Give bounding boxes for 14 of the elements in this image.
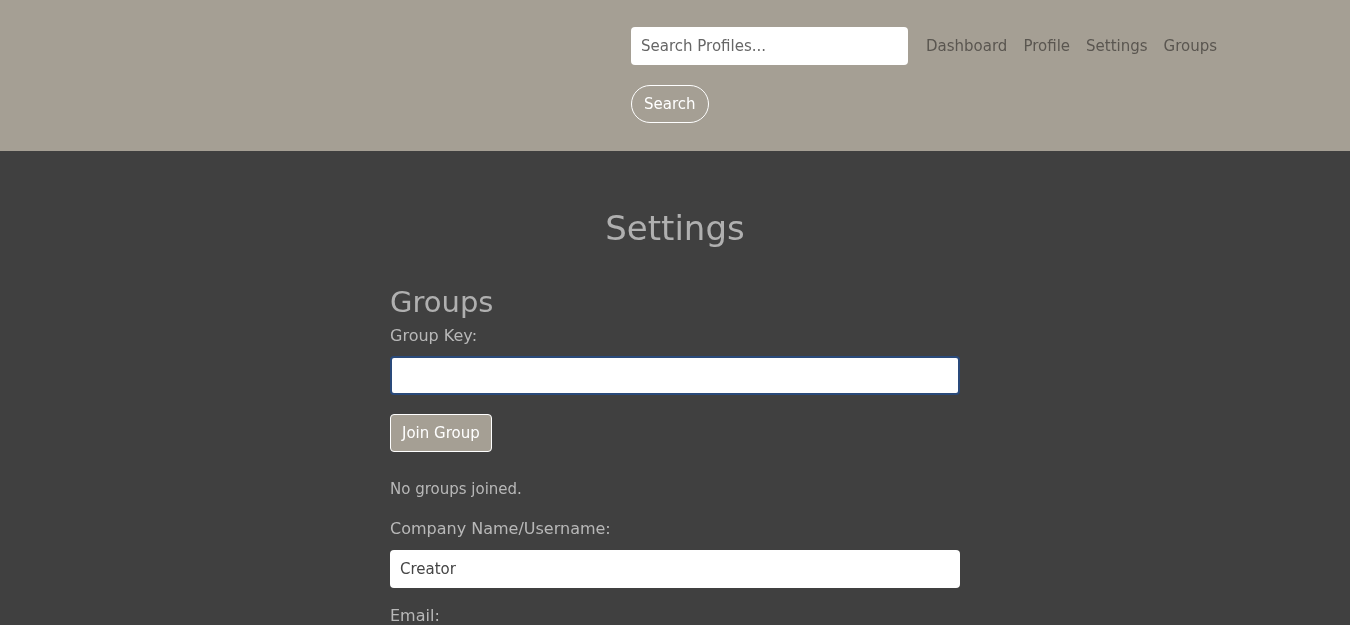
page-title: Settings	[605, 207, 745, 250]
nav-link[interactable]: Profile	[1023, 34, 1071, 58]
field-label: Company Name/Username:	[390, 517, 612, 540]
status-text: No groups joined.	[390, 479, 523, 501]
nav-link[interactable]: Groups	[1163, 34, 1218, 58]
nav-link[interactable]: Dashboard	[926, 34, 1008, 58]
nav-link[interactable]: Settings	[1086, 34, 1148, 58]
search-field[interactable]: Search Profiles...	[631, 27, 908, 65]
join-group-button[interactable]: Join Group	[390, 414, 492, 453]
field-label: Email:	[390, 604, 441, 625]
input-field[interactable]	[390, 356, 960, 396]
section-heading: Groups	[390, 284, 495, 321]
field-label: Group Key:	[390, 325, 479, 348]
input-field[interactable]: Creator	[390, 549, 960, 588]
